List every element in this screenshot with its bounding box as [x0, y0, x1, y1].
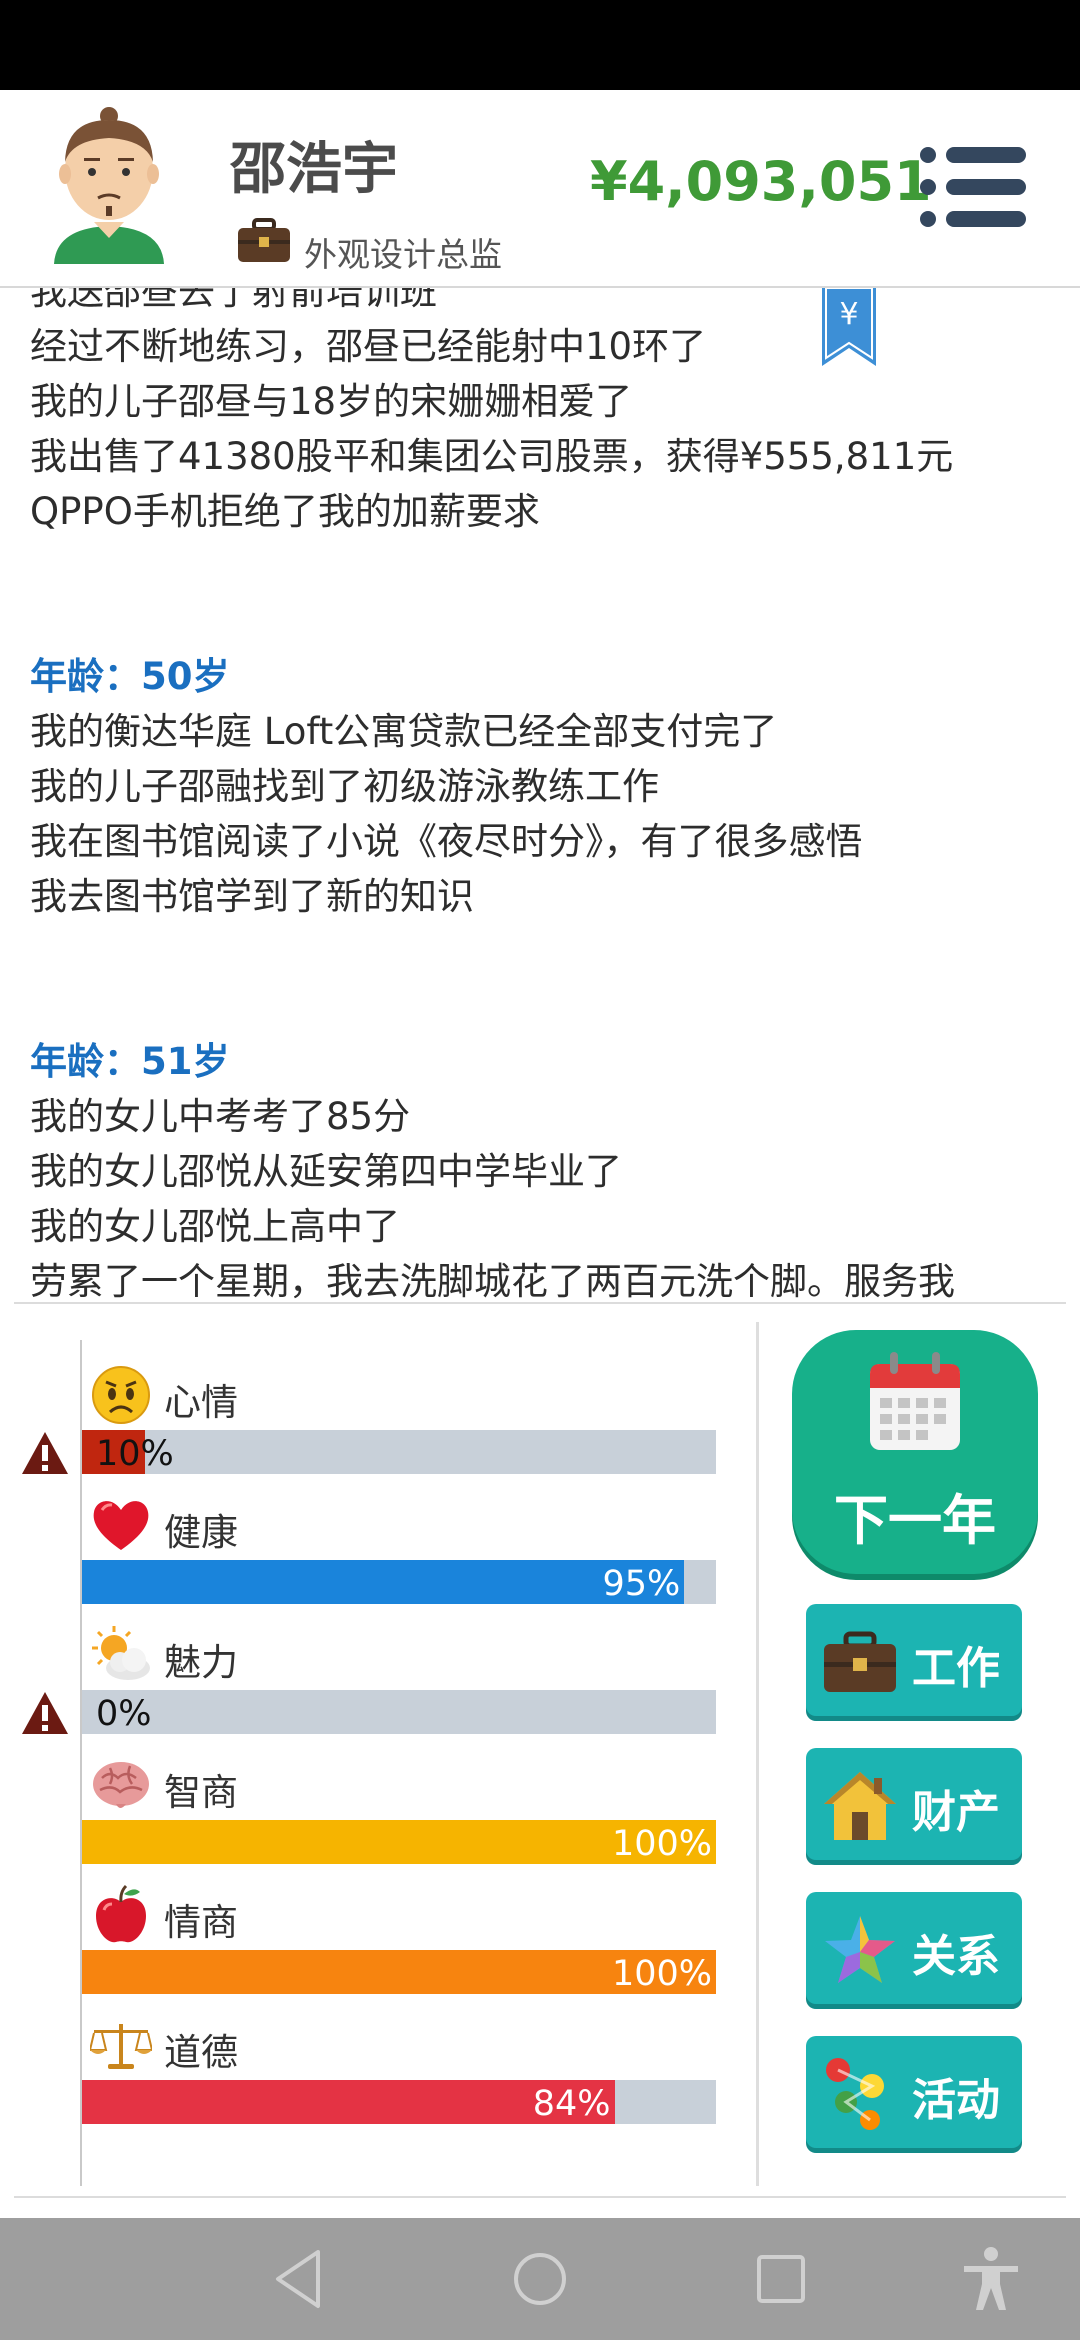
- property-button[interactable]: 财产: [806, 1748, 1022, 1860]
- next-year-label: 下一年: [834, 1489, 996, 1552]
- property-label: 财产: [912, 1787, 1000, 1838]
- stat-label: 魅力: [164, 1641, 238, 1684]
- briefcase-icon: [238, 218, 290, 262]
- star-icon: [825, 1916, 895, 1983]
- log-entry: 劳累了一个星期，我去洗脚城花了两百元洗个脚。服务我: [30, 1260, 955, 1300]
- stat-bar: 95%: [82, 1560, 716, 1604]
- stat-label: 道德: [164, 2031, 238, 2074]
- work-label: 工作: [912, 1643, 1000, 1694]
- back-icon[interactable]: [264, 2244, 334, 2314]
- status-bar: [0, 0, 1080, 90]
- activities-button[interactable]: 活动: [806, 2036, 1022, 2148]
- calendar-icon: [870, 1352, 960, 1450]
- next-year-button[interactable]: 下一年: [792, 1330, 1038, 1574]
- stat-percent: 0%: [96, 1694, 152, 1734]
- money-balance: ¥4,093,051: [590, 150, 932, 213]
- log-entry: 我的女儿邵悦从延安第四中学毕业了: [30, 1150, 622, 1193]
- stat-label: 情商: [164, 1901, 238, 1944]
- job-title: 外观设计总监: [304, 235, 502, 274]
- player-name: 邵浩宇: [230, 137, 398, 202]
- warning-icon: [22, 1432, 68, 1474]
- log-entry: 我的女儿邵悦上高中了: [30, 1205, 400, 1248]
- log-age-heading: 年龄：51岁: [30, 1040, 230, 1083]
- stat-morality: 道德 84%: [0, 2014, 740, 2144]
- scales-icon: [90, 2024, 152, 2069]
- log-entry: 我的衡达华庭 Loft公寓贷款已经全部支付完了: [30, 710, 778, 753]
- recents-icon[interactable]: [746, 2244, 816, 2314]
- brain-icon: [93, 1762, 149, 1808]
- activities-label: 活动: [912, 2075, 1000, 2126]
- system-nav-bar: [0, 2218, 1080, 2340]
- stat-iq: 智商 100%: [0, 1754, 740, 1884]
- log-entry: 我的儿子邵昼与18岁的宋姗姗相爱了: [30, 380, 633, 423]
- heart-icon: [93, 1501, 149, 1550]
- stats-divider: [756, 1322, 759, 2186]
- stat-eq: 情商 100%: [0, 1884, 740, 2014]
- log-gap: [30, 539, 1050, 649]
- log-entry: 我送邵昼去了射箭培训班: [30, 288, 437, 313]
- stat-percent: 95%: [602, 1564, 681, 1604]
- finance-bookmark-icon[interactable]: ¥: [822, 288, 876, 366]
- stat-label: 智商: [164, 1771, 238, 1814]
- life-log-list: 我送邵昼去了射箭培训班经过不断地练习，邵昼已经能射中10环了 我的儿子邵昼与18岁…: [30, 288, 1050, 1300]
- header: 邵浩宇 外观设计总监 ¥4,093,051: [0, 90, 1080, 286]
- relations-button[interactable]: 关系: [806, 1892, 1022, 2004]
- log-entry: QPPO手机拒绝了我的加薪要求: [30, 490, 540, 533]
- life-log[interactable]: 我送邵昼去了射箭培训班经过不断地练习，邵昼已经能射中10环了 我的儿子邵昼与18岁…: [0, 288, 1080, 1300]
- sun-cloud-icon: [92, 1626, 150, 1680]
- stat-percent: 100%: [611, 1954, 712, 1994]
- stat-bar: 100%: [82, 1820, 716, 1864]
- warning-icon: [22, 1692, 68, 1734]
- work-button[interactable]: 工作: [806, 1604, 1022, 1716]
- log-entry: 我的儿子邵融找到了初级游泳教练工作: [30, 765, 659, 808]
- stat-bar: 0%: [82, 1690, 716, 1734]
- stat-bar-fill: [82, 1560, 685, 1604]
- stat-bar: 84%: [82, 2080, 716, 2124]
- accessibility-icon[interactable]: [956, 2244, 1026, 2314]
- bookmark-symbol: ¥: [839, 297, 858, 332]
- stat-percent: 10%: [96, 1434, 174, 1474]
- home-icon[interactable]: [505, 2244, 575, 2314]
- stat-label: 健康: [164, 1511, 238, 1554]
- relations-label: 关系: [912, 1931, 1000, 1982]
- apple-icon: [96, 1884, 146, 1943]
- log-entry: 我出售了41380股平和集团公司股票，获得¥555,811元: [30, 435, 954, 478]
- log-entry: 我在图书馆阅读了小说《夜尽时分》，有了很多感悟: [30, 820, 863, 863]
- log-gap: [30, 924, 1050, 1034]
- sad-face-icon: [92, 1366, 150, 1424]
- stats-bottom-divider: [14, 2196, 1066, 2198]
- log-entry: 我去图书馆学到了新的知识: [30, 875, 474, 918]
- stat-bar: 10%: [82, 1430, 716, 1474]
- stat-charm: 魅力 0%: [0, 1624, 740, 1754]
- log-entry: 我的女儿中考考了85分: [30, 1095, 411, 1138]
- stat-percent: 100%: [611, 1824, 712, 1864]
- stat-mood: 心情 10%: [0, 1364, 740, 1494]
- log-age-heading: 年龄：50岁: [30, 655, 230, 698]
- briefcase-icon: [824, 1631, 896, 1692]
- stat-label: 心情: [164, 1381, 238, 1424]
- stat-bar: 100%: [82, 1950, 716, 1994]
- stat-health: 健康 95%: [0, 1494, 740, 1624]
- menu-icon[interactable]: [920, 146, 1026, 228]
- activities-icon: [826, 2058, 884, 2130]
- avatar[interactable]: [46, 104, 172, 264]
- stat-percent: 84%: [532, 2084, 611, 2124]
- house-icon: [824, 1772, 896, 1840]
- log-entry: 经过不断地练习，邵昼已经能射中10环了: [30, 325, 707, 368]
